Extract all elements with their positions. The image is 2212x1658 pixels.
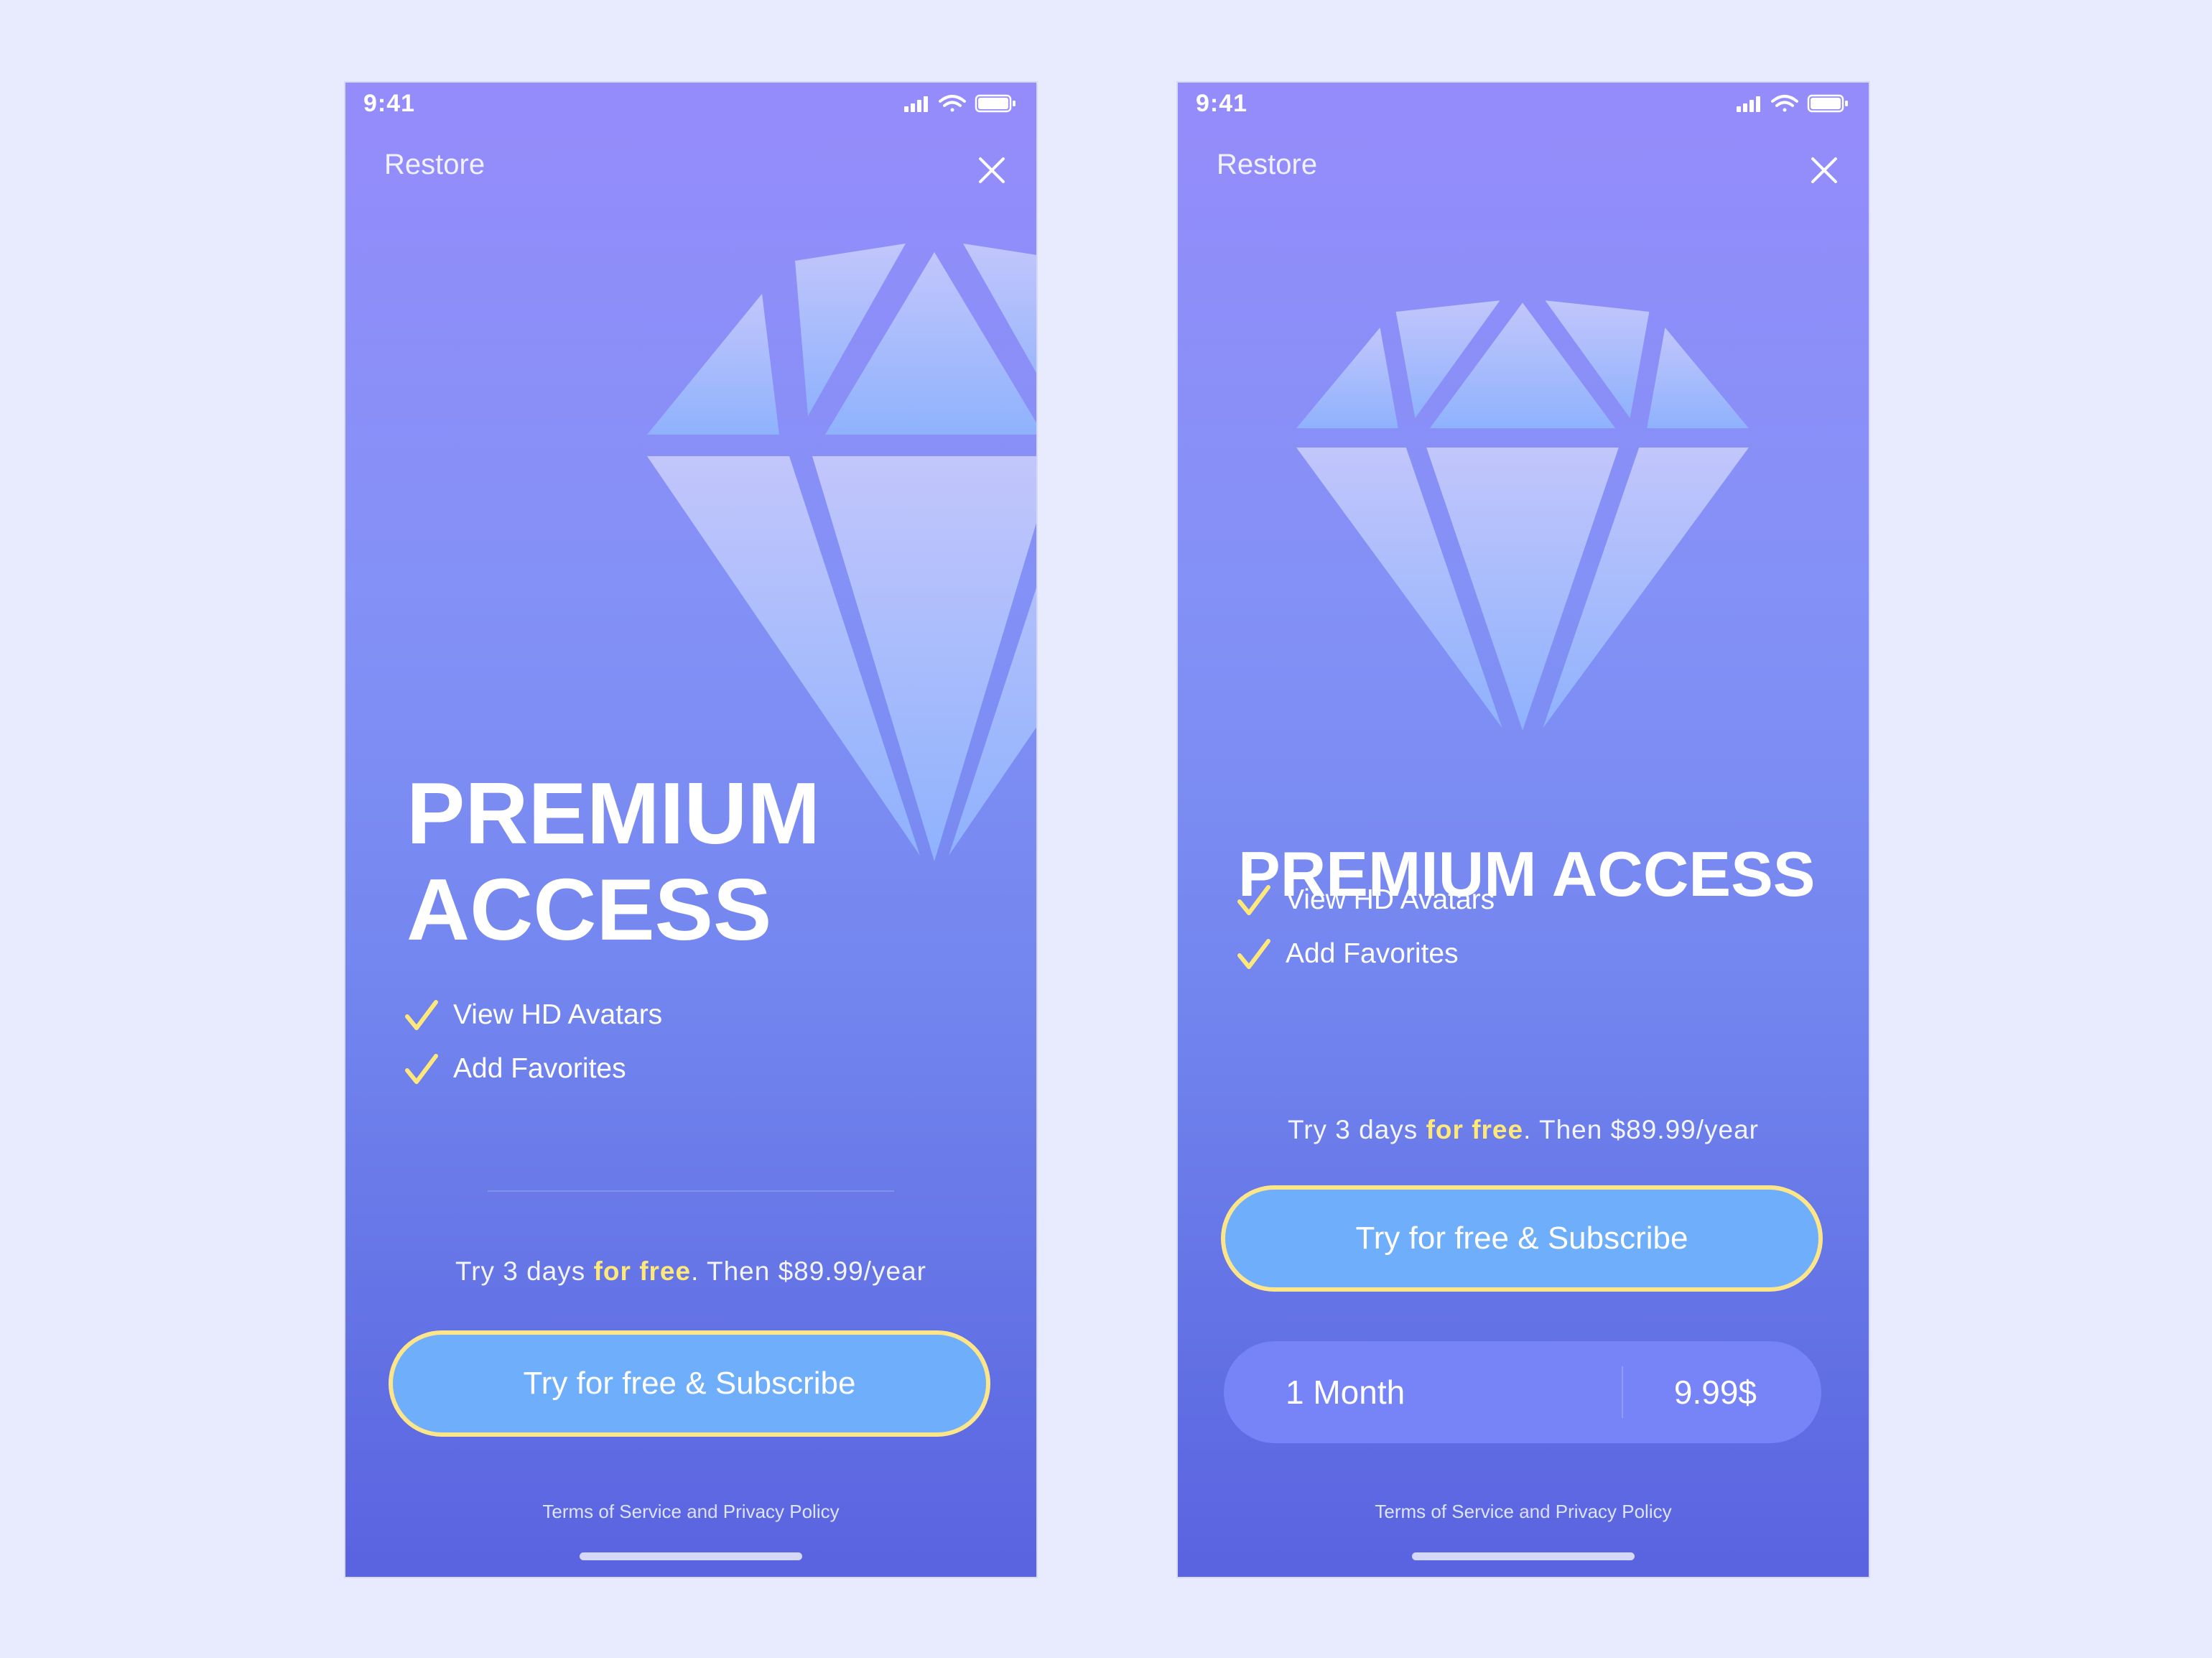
terms-link[interactable]: Terms of Service <box>542 1501 682 1522</box>
terms-link[interactable]: Terms of Service <box>1375 1501 1514 1522</box>
plan-selector[interactable]: 1 Month 9.99$ <box>1224 1341 1821 1443</box>
check-icon <box>1237 884 1270 915</box>
wifi-icon <box>1771 95 1798 112</box>
status-time: 9:41 <box>1196 90 1248 117</box>
feature-label: View HD Avatars <box>1286 884 1495 915</box>
privacy-link[interactable]: Privacy Policy <box>1556 1501 1672 1522</box>
plan-name: 1 Month <box>1286 1374 1405 1411</box>
trial-suffix: . Then $89.99/year <box>691 1256 927 1286</box>
home-indicator[interactable] <box>1412 1552 1635 1560</box>
check-icon <box>405 999 438 1030</box>
trial-suffix: . Then $89.99/year <box>1523 1115 1760 1144</box>
trial-prefix: Try 3 days <box>455 1256 594 1286</box>
feature-label: Add Favorites <box>1286 937 1459 969</box>
legal-links: Terms of Service and Privacy Policy <box>1178 1501 1869 1523</box>
trial-text: Try 3 days for free. Then $89.99/year <box>1178 1115 1869 1145</box>
wifi-icon <box>939 95 966 112</box>
feature-item: Add Favorites <box>1237 927 1495 981</box>
feature-list: View HD Avatars Add Favorites <box>404 988 662 1096</box>
divider <box>488 1190 894 1192</box>
page-title: PREMIUM ACCESS <box>406 764 821 958</box>
trial-text: Try 3 days for free. Then $89.99/year <box>345 1256 1036 1287</box>
check-icon <box>1237 938 1270 969</box>
feature-label: Add Favorites <box>453 1052 626 1084</box>
paywall-screen-1: 9:41 Restore PREMIUM ACCESS View HD Avat… <box>345 83 1036 1577</box>
trial-prefix: Try 3 days <box>1287 1115 1426 1144</box>
feature-list: View HD Avatars Add Favorites <box>1237 873 1495 981</box>
paywall-screen-2: 9:41 Restore PREMIUM ACCESS View HD Avat… <box>1178 83 1869 1577</box>
subscribe-button[interactable]: Try for free & Subscribe <box>1221 1185 1823 1292</box>
trial-highlight: for free <box>1426 1115 1524 1144</box>
plan-price: 9.99$ <box>1673 1374 1757 1411</box>
feature-item: View HD Avatars <box>1237 873 1495 927</box>
home-indicator[interactable] <box>580 1552 802 1560</box>
signal-icon <box>1737 96 1760 112</box>
trial-highlight: for free <box>593 1256 692 1286</box>
privacy-link[interactable]: Privacy Policy <box>723 1501 840 1522</box>
feature-item: Add Favorites <box>404 1042 662 1096</box>
feature-item: View HD Avatars <box>404 988 662 1042</box>
restore-button[interactable]: Restore <box>384 149 485 181</box>
diamond-icon <box>1296 300 1749 731</box>
battery-icon <box>1807 94 1848 113</box>
close-icon[interactable] <box>976 154 1008 186</box>
status-icons <box>1737 94 1848 113</box>
close-icon[interactable] <box>1808 154 1840 186</box>
subscribe-button[interactable]: Try for free & Subscribe <box>389 1330 990 1437</box>
battery-icon <box>975 94 1016 113</box>
signal-icon <box>904 96 928 112</box>
legal-and: and <box>681 1501 723 1522</box>
legal-and: and <box>1513 1501 1556 1522</box>
status-icons <box>904 94 1016 113</box>
legal-links: Terms of Service and Privacy Policy <box>345 1501 1036 1523</box>
feature-label: View HD Avatars <box>453 999 663 1030</box>
restore-button[interactable]: Restore <box>1217 149 1317 181</box>
check-icon <box>405 1053 438 1084</box>
status-time: 9:41 <box>363 90 416 117</box>
